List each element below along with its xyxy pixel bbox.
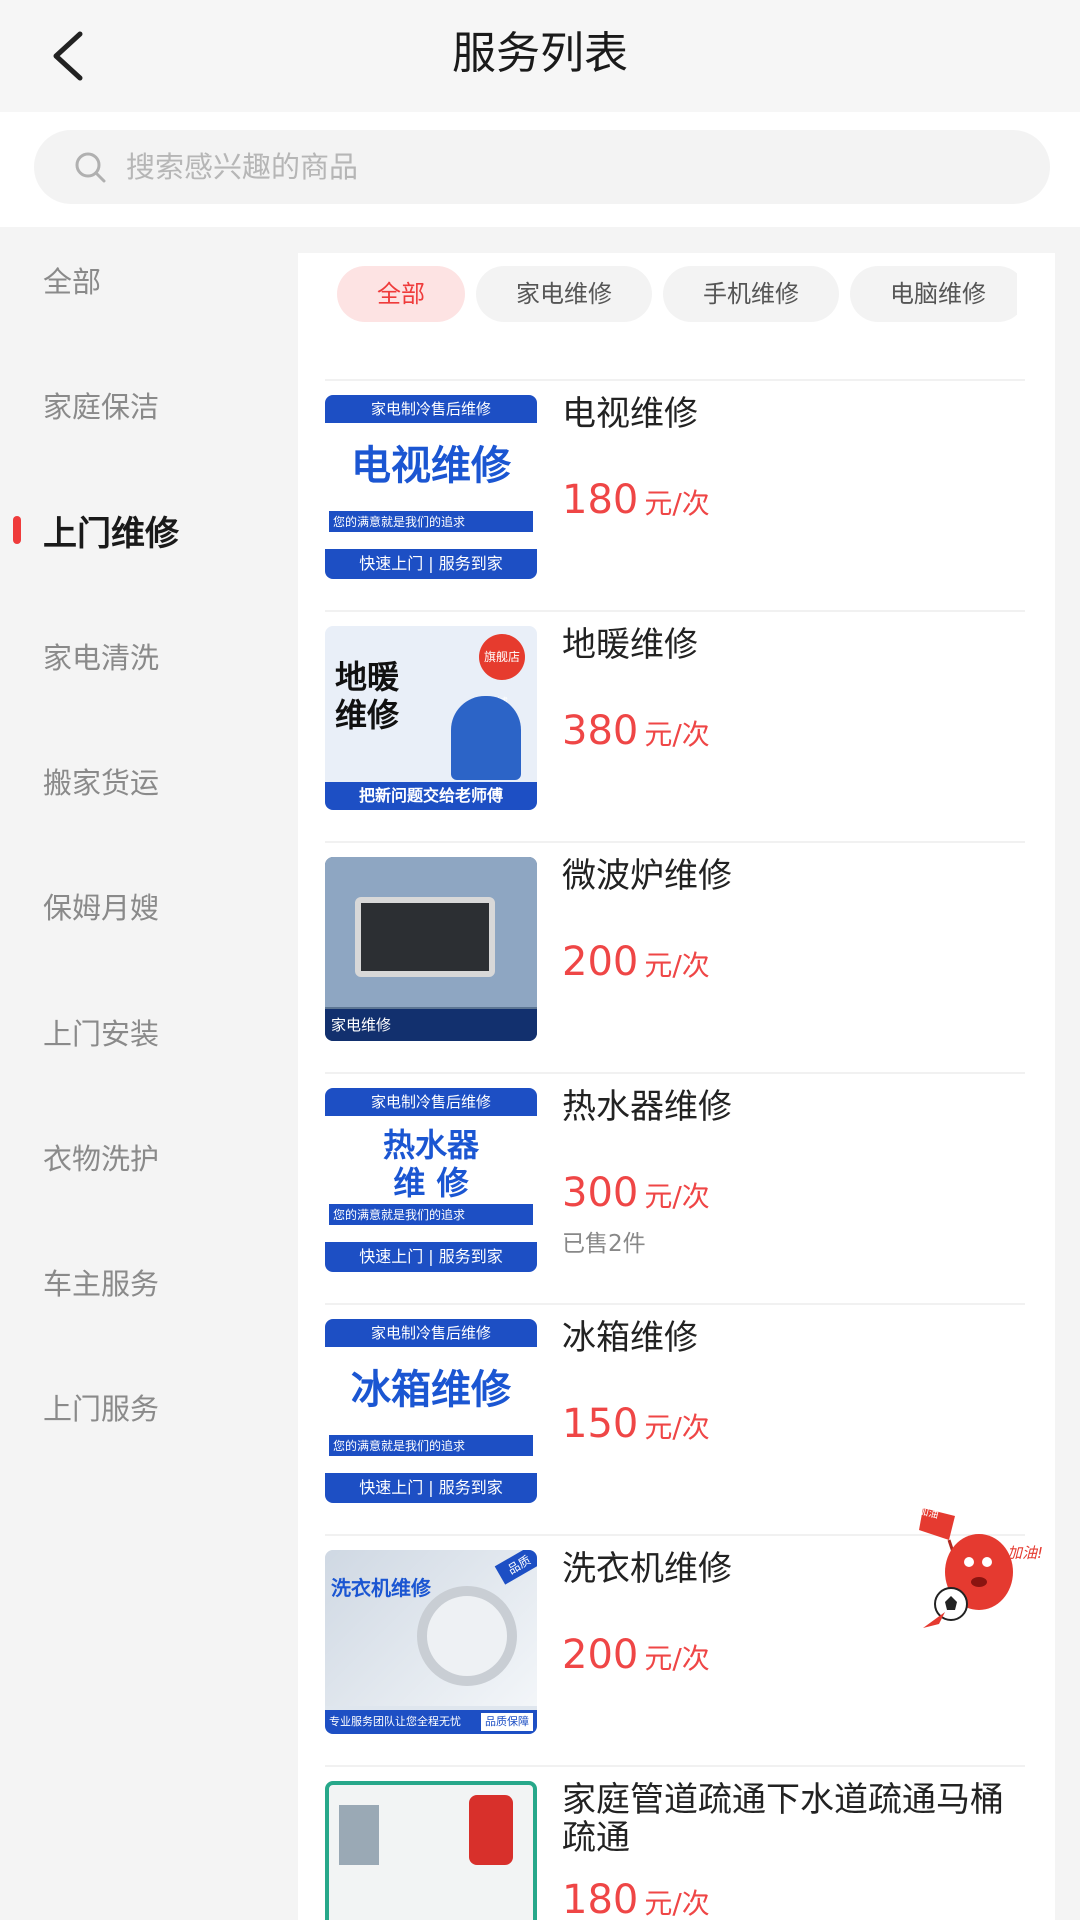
thumb-bottom-text: 专业服务团队让您全程无忧 [329, 1715, 461, 1728]
mascot-cheer-text: 加油! [1007, 1544, 1044, 1562]
product-title: 冰箱维修 [562, 1318, 698, 1358]
product-title: 微波炉维修 [562, 856, 732, 896]
chip-appliance-repair[interactable]: 家电维修 [476, 266, 652, 322]
product-thumbnail: 家电维修 [325, 857, 537, 1041]
product-title: 家庭管道疏通下水道疏通马桶疏通 [562, 1780, 1004, 1858]
search-input[interactable] [126, 150, 926, 184]
price-unit: 元/次 [644, 1180, 710, 1213]
thumb-bottom-banner: 把新问题交给老师傅 [325, 782, 537, 810]
product-thumbnail: 洗衣机维修 品质 专业服务团队让您全程无忧 品质保障 [325, 1550, 537, 1734]
worker-illustration [451, 696, 521, 780]
thumb-headline: 维修 [335, 696, 400, 734]
thumb-top-banner: 家电制冷售后维修 [325, 1319, 537, 1347]
thumb-slogan: 您的满意就是我们的追求 [329, 1435, 533, 1456]
price-value: 150 [562, 1401, 639, 1447]
category-sidebar: 全部 家庭保洁 上门维修 家电清洗 搬家货运 保姆月嫂 上门安装 衣物洗护 车主… [0, 230, 270, 1920]
product-item[interactable]: 地暖 维修 旗舰店铺 把新问题交给老师傅 地暖维修 380元/次 [325, 610, 1025, 841]
product-title: 地暖维修 [562, 625, 698, 665]
product-list: 家电制冷售后维修 电视维修 您的满意就是我们的追求 快速上门 | 服务到家 电视… [325, 379, 1025, 1920]
product-price: 380 元/次 [562, 708, 710, 754]
product-thumbnail: 地暖 维修 旗舰店铺 把新问题交给老师傅 [325, 626, 537, 810]
thumb-slogan: 您的满意就是我们的追求 [329, 1204, 533, 1225]
price-unit: 元/次 [644, 1411, 710, 1444]
thumb-headline: 冰箱维修 [351, 1367, 511, 1413]
product-title: 热水器维修 [562, 1087, 732, 1127]
product-item[interactable]: 家电维修 微波炉维修 200 元/次 [325, 841, 1025, 1072]
product-item[interactable]: 家电制冷售后维修 电视维修 您的满意就是我们的追求 快速上门 | 服务到家 电视… [325, 379, 1025, 610]
product-item[interactable]: 家电制冷售后维修 热水器 维 修 您的满意就是我们的追求 快速上门 | 服务到家… [325, 1072, 1025, 1303]
thumb-bottom-banner: 快速上门 | 服务到家 [325, 1242, 537, 1272]
product-price: 180 元/次 [562, 477, 710, 523]
sidebar-item-all[interactable]: 全部 [0, 230, 270, 330]
page-title: 服务列表 [452, 28, 628, 79]
quality-badge: 品质保障 [481, 1713, 533, 1731]
floating-mascot[interactable]: 加油 加油! [915, 1500, 1055, 1630]
top-nav-bar: 服务列表 [0, 0, 1080, 112]
product-thumbnail: 家电制冷售后维修 热水器 维 修 您的满意就是我们的追求 快速上门 | 服务到家 [325, 1088, 537, 1272]
price-unit: 元/次 [644, 487, 710, 520]
sidebar-item-onsite-service[interactable]: 上门服务 [0, 1357, 270, 1457]
sidebar-item-laundry[interactable]: 衣物洗护 [0, 1107, 270, 1207]
product-price: 180 元/次 [562, 1877, 710, 1920]
product-thumbnail: 家电制冷售后维修 冰箱维修 您的满意就是我们的追求 快速上门 | 服务到家 [325, 1319, 537, 1503]
product-panel: 全部 家电维修 手机维修 电脑维修 家电制冷售后维修 电视维修 您的满意就是我们的追求… [298, 253, 1055, 1920]
thumb-bottom-banner: 快速上门 | 服务到家 [325, 1473, 537, 1503]
product-thumbnail [325, 1781, 537, 1920]
thumb-headline: 洗衣机维修 [331, 1576, 431, 1600]
chip-computer-repair[interactable]: 电脑维修 [850, 266, 1017, 322]
drill-illustration [469, 1795, 513, 1865]
price-unit: 元/次 [644, 949, 710, 982]
sidebar-item-installation[interactable]: 上门安装 [0, 982, 270, 1082]
price-unit: 元/次 [644, 718, 710, 751]
product-price: 300 元/次 [562, 1170, 710, 1216]
thumb-bottom-banner: 专业服务团队让您全程无忧 品质保障 [325, 1710, 537, 1734]
subcategory-chips: 全部 家电维修 手机维修 电脑维修 [337, 266, 1017, 322]
sidebar-item-moving[interactable]: 搬家货运 [0, 731, 270, 831]
sidebar-item-nanny[interactable]: 保姆月嫂 [0, 856, 270, 956]
product-price: 200 元/次 [562, 939, 710, 985]
thumb-top-banner: 家电制冷售后维修 [325, 1088, 537, 1116]
sidebar-item-home-cleaning[interactable]: 家庭保洁 [0, 355, 270, 455]
price-value: 200 [562, 1632, 639, 1678]
price-value: 180 [562, 1877, 639, 1920]
microwave-illustration [355, 897, 495, 977]
search-icon [74, 149, 110, 185]
price-unit: 元/次 [644, 1887, 710, 1920]
sidebar-item-car-service[interactable]: 车主服务 [0, 1232, 270, 1332]
search-bar[interactable] [34, 130, 1050, 204]
product-item[interactable]: 家庭管道疏通下水道疏通马桶疏通 180 元/次 [325, 1765, 1025, 1920]
pipe-illustration [339, 1805, 379, 1865]
thumb-bottom-banner: 家电维修 [325, 1009, 537, 1041]
thumb-headline: 电视维修 [351, 443, 511, 489]
search-section [0, 112, 1080, 227]
sidebar-item-home-repair[interactable]: 上门维修 [0, 480, 270, 580]
thumb-top-banner: 家电制冷售后维修 [325, 395, 537, 423]
chip-phone-repair[interactable]: 手机维修 [663, 266, 839, 322]
thumb-bottom-banner: 快速上门 | 服务到家 [325, 549, 537, 579]
product-price: 200 元/次 [562, 1632, 710, 1678]
product-title: 电视维修 [562, 394, 698, 434]
thumb-slogan: 您的满意就是我们的追求 [329, 511, 533, 532]
sold-count: 已售2件 [562, 1231, 646, 1257]
washer-door-illustration [417, 1586, 517, 1686]
price-value: 200 [562, 939, 639, 985]
product-price: 150 元/次 [562, 1401, 710, 1447]
price-value: 180 [562, 477, 639, 523]
price-unit: 元/次 [644, 1642, 710, 1675]
price-value: 380 [562, 708, 639, 754]
chip-all[interactable]: 全部 [337, 266, 465, 322]
product-thumbnail: 家电制冷售后维修 电视维修 您的满意就是我们的追求 快速上门 | 服务到家 [325, 395, 537, 579]
thumb-badge: 旗舰店铺 [479, 634, 525, 710]
sidebar-item-appliance-cleaning[interactable]: 家电清洗 [0, 606, 270, 706]
price-value: 300 [562, 1170, 639, 1216]
thumb-headline: 维 修 [393, 1164, 469, 1202]
